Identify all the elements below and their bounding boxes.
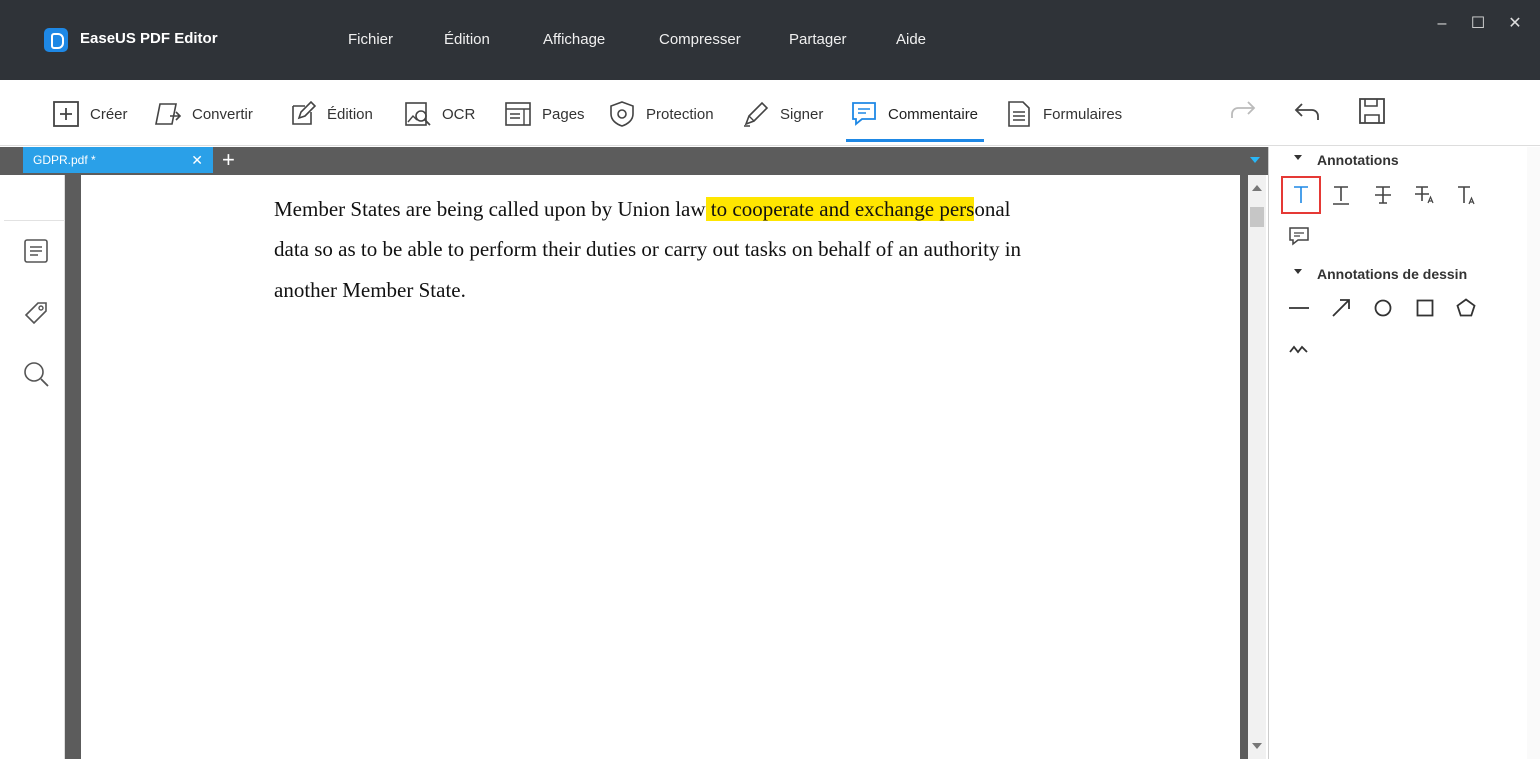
bookmark-tag-icon[interactable] bbox=[22, 299, 50, 327]
app-logo-icon bbox=[44, 28, 68, 52]
menu-partager[interactable]: Partager bbox=[789, 31, 847, 48]
active-tool-underline bbox=[846, 139, 984, 142]
menu-compresser[interactable]: Compresser bbox=[659, 31, 741, 48]
text-cursor-icon bbox=[1294, 186, 1308, 203]
scroll-up-icon[interactable] bbox=[1252, 185, 1262, 191]
doc-text-line-1-end: onal bbox=[974, 197, 1011, 221]
tab-dropdown-icon[interactable] bbox=[1250, 157, 1260, 163]
title-bar: EaseUS PDF Editor Fichier Édition Affich… bbox=[0, 0, 1540, 80]
thumbnails-icon[interactable] bbox=[22, 237, 50, 265]
close-tab-icon[interactable]: ✕ bbox=[191, 152, 203, 169]
replace-text-icon bbox=[1415, 186, 1434, 204]
text-size-button[interactable] bbox=[1446, 176, 1486, 214]
line-tool-button[interactable] bbox=[1279, 289, 1319, 327]
tool-ocr[interactable]: OCR bbox=[404, 96, 475, 132]
tool-formulaires[interactable]: Formulaires bbox=[1005, 96, 1122, 132]
rectangle-tool-button[interactable] bbox=[1405, 289, 1445, 327]
doc-text-line-1[interactable]: Member States are being called upon by U… bbox=[274, 197, 1011, 222]
undo-icon[interactable] bbox=[1292, 96, 1322, 126]
document-tab-label: GDPR.pdf * bbox=[33, 153, 96, 167]
annotation-panel: Annotations Annotations de dessin bbox=[1268, 147, 1540, 759]
rectangle-icon bbox=[1416, 299, 1434, 317]
tool-commentaire-label: Commentaire bbox=[888, 105, 979, 123]
panel-scrollbar[interactable] bbox=[1527, 147, 1540, 759]
tool-edition-label: Édition bbox=[327, 105, 373, 123]
tool-signer-label: Signer bbox=[780, 105, 824, 123]
tool-protection-label: Protection bbox=[646, 105, 714, 123]
save-icon[interactable] bbox=[1357, 96, 1387, 126]
menu-fichier[interactable]: Fichier bbox=[348, 31, 393, 48]
menu-aide[interactable]: Aide bbox=[896, 31, 926, 48]
freehand-icon bbox=[1289, 345, 1308, 354]
insert-text-button[interactable] bbox=[1321, 176, 1361, 214]
circle-tool-button[interactable] bbox=[1363, 289, 1403, 327]
circle-icon bbox=[1374, 299, 1392, 317]
close-window-button[interactable]: ✕ bbox=[1505, 14, 1525, 34]
menu-affichage[interactable]: Affichage bbox=[543, 31, 605, 48]
document-tab[interactable]: GDPR.pdf * ✕ bbox=[23, 147, 213, 173]
tool-ocr-label: OCR bbox=[442, 105, 476, 123]
arrow-tool-button[interactable] bbox=[1321, 289, 1361, 327]
strikethrough-icon bbox=[1375, 186, 1391, 204]
app-title: EaseUS PDF Editor bbox=[80, 30, 218, 47]
convert-icon bbox=[155, 103, 182, 125]
ocr-icon bbox=[405, 102, 431, 126]
polygon-icon bbox=[1456, 298, 1476, 317]
tool-convertir[interactable]: Convertir bbox=[154, 96, 253, 132]
arrow-icon bbox=[1332, 299, 1350, 317]
pages-icon bbox=[505, 102, 531, 126]
freehand-tool-button[interactable] bbox=[1279, 331, 1319, 369]
document-viewer: Member States are being called upon by U… bbox=[65, 175, 1248, 759]
doc-text-line-3[interactable]: another Member State. bbox=[274, 278, 466, 303]
maximize-button[interactable]: ☐ bbox=[1468, 14, 1488, 34]
drawing-collapse-icon[interactable] bbox=[1294, 269, 1302, 274]
redo-icon[interactable] bbox=[1228, 96, 1258, 126]
line-icon bbox=[1289, 307, 1309, 309]
annotations-collapse-icon[interactable] bbox=[1294, 155, 1302, 160]
add-tab-button[interactable]: + bbox=[222, 148, 235, 172]
search-icon[interactable] bbox=[22, 360, 50, 388]
scroll-down-icon[interactable] bbox=[1252, 743, 1262, 749]
panel-separator bbox=[4, 220, 65, 221]
tool-signer[interactable]: Signer bbox=[742, 96, 823, 132]
edit-icon bbox=[292, 100, 317, 125]
replace-text-button[interactable] bbox=[1404, 176, 1444, 214]
highlighted-text[interactable]: to cooperate and exchange pers bbox=[705, 197, 975, 221]
tool-creer[interactable]: Créer bbox=[52, 96, 128, 132]
pen-icon bbox=[744, 101, 769, 127]
tool-pages[interactable]: Pages bbox=[504, 96, 585, 132]
tool-protection[interactable]: Protection bbox=[608, 96, 714, 132]
pdf-page[interactable]: Member States are being called upon by U… bbox=[81, 175, 1240, 759]
doc-text-line-1-start: Member States are being called upon by U… bbox=[274, 197, 706, 221]
minimize-button[interactable]: – bbox=[1432, 14, 1452, 34]
scroll-thumb[interactable] bbox=[1250, 207, 1264, 227]
form-icon bbox=[1008, 101, 1030, 127]
shield-icon bbox=[610, 101, 634, 127]
strikethrough-button[interactable] bbox=[1363, 176, 1403, 214]
tool-formulaires-label: Formulaires bbox=[1043, 105, 1123, 123]
menu-edition[interactable]: Édition bbox=[444, 31, 490, 48]
polygon-tool-button[interactable] bbox=[1446, 289, 1486, 327]
plus-square-icon bbox=[53, 101, 79, 127]
tool-creer-label: Créer bbox=[90, 105, 128, 123]
tool-commentaire[interactable]: Commentaire bbox=[850, 96, 978, 132]
left-side-panel bbox=[4, 175, 65, 759]
comment-icon bbox=[852, 102, 876, 126]
annotations-section-title: Annotations bbox=[1317, 152, 1399, 168]
text-insert-icon bbox=[1333, 186, 1349, 205]
doc-text-line-2[interactable]: data so as to be able to perform their d… bbox=[274, 237, 1021, 262]
document-scrollbar[interactable] bbox=[1248, 175, 1266, 759]
document-tab-bar: GDPR.pdf * ✕ + bbox=[0, 147, 1268, 175]
text-annotation-button[interactable] bbox=[1281, 176, 1321, 214]
tool-pages-label: Pages bbox=[542, 105, 585, 123]
tool-edition[interactable]: Édition bbox=[289, 96, 373, 132]
note-comment-button[interactable] bbox=[1279, 217, 1319, 255]
note-comment-icon bbox=[1289, 227, 1309, 246]
text-size-icon bbox=[1458, 186, 1475, 205]
drawing-section-title: Annotations de dessin bbox=[1317, 266, 1468, 282]
tool-convertir-label: Convertir bbox=[192, 105, 253, 123]
